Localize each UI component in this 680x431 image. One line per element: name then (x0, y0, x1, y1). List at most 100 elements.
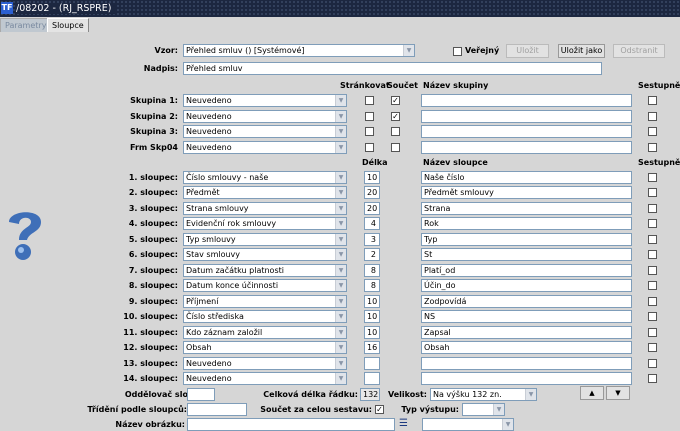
column-select[interactable]: Datum konce účinnosti ▼ (183, 279, 347, 292)
velikost-select[interactable]: Na výšku 132 zn. ▼ (430, 388, 537, 401)
delka-input[interactable]: 20 (364, 186, 380, 199)
group-select[interactable]: Neuvedeno ▼ (183, 141, 347, 154)
nadpis-input[interactable]: Přehled smluv (183, 62, 602, 75)
delka-input[interactable]: 4 (364, 217, 380, 230)
column-name-input[interactable]: Platí_od (421, 264, 632, 277)
strankovat-checkbox[interactable] (365, 127, 374, 136)
sestupne-checkbox[interactable] (648, 374, 657, 383)
sestupne-checkbox[interactable] (648, 143, 657, 152)
move-up-button[interactable]: ▲ (580, 386, 604, 400)
column-select[interactable]: Předmět ▼ (183, 186, 347, 199)
delka-input[interactable]: 8 (364, 279, 380, 292)
sestupne-checkbox[interactable] (648, 188, 657, 197)
group-name-input[interactable] (421, 141, 632, 154)
group-name-input[interactable] (421, 125, 632, 138)
column-select[interactable]: Příjmení ▼ (183, 295, 347, 308)
tab-parametry[interactable]: Parametry (0, 18, 52, 32)
chevron-down-icon[interactable]: ▼ (335, 203, 346, 214)
move-down-button[interactable]: ▼ (606, 386, 630, 400)
chevron-down-icon[interactable]: ▼ (335, 327, 346, 338)
trideni-input[interactable] (187, 403, 247, 416)
soucet-checkbox[interactable]: ✓ (391, 112, 400, 121)
column-select[interactable]: Číslo střediska ▼ (183, 310, 347, 323)
column-name-input[interactable]: Typ (421, 233, 632, 246)
chevron-down-icon[interactable]: ▼ (335, 280, 346, 291)
chevron-down-icon[interactable]: ▼ (335, 234, 346, 245)
sestupne-checkbox[interactable] (648, 266, 657, 275)
delka-input[interactable]: 2 (364, 248, 380, 261)
column-select[interactable]: Typ smlouvy ▼ (183, 233, 347, 246)
column-name-input[interactable]: Naše číslo (421, 171, 632, 184)
delka-input[interactable]: 8 (364, 264, 380, 277)
column-select[interactable]: Strana smlouvy ▼ (183, 202, 347, 215)
chevron-down-icon[interactable]: ▼ (335, 172, 346, 183)
ulozit-button[interactable]: Uložit (506, 44, 549, 58)
column-name-input[interactable]: Zodpovídá (421, 295, 632, 308)
column-name-input[interactable]: Účin_do (421, 279, 632, 292)
column-select[interactable]: Datum začátku platnosti ▼ (183, 264, 347, 277)
delka-input[interactable]: 16 (364, 341, 380, 354)
column-select[interactable]: Kdo záznam založil ▼ (183, 326, 347, 339)
sestupne-checkbox[interactable] (648, 96, 657, 105)
oddelovac-input[interactable] (187, 388, 215, 401)
delka-input[interactable]: 10 (364, 326, 380, 339)
soucet-checkbox[interactable] (391, 127, 400, 136)
verejny-checkbox[interactable] (453, 47, 462, 56)
group-select[interactable]: Neuvedeno ▼ (183, 125, 347, 138)
strankovat-checkbox[interactable] (365, 143, 374, 152)
column-name-input[interactable]: St (421, 248, 632, 261)
sestupne-checkbox[interactable] (648, 281, 657, 290)
sestupne-checkbox[interactable] (648, 112, 657, 121)
chevron-down-icon[interactable]: ▼ (335, 342, 346, 353)
delka-input[interactable]: 3 (364, 233, 380, 246)
column-name-input[interactable]: Rok (421, 217, 632, 230)
chevron-down-icon[interactable]: ▼ (335, 358, 346, 369)
sestupne-checkbox[interactable] (648, 343, 657, 352)
chevron-down-icon[interactable]: ▼ (525, 389, 536, 400)
sestupne-checkbox[interactable] (648, 250, 657, 259)
column-name-input[interactable] (421, 372, 632, 385)
sestupne-checkbox[interactable] (648, 328, 657, 337)
column-name-input[interactable]: Zapsal (421, 326, 632, 339)
sestupne-checkbox[interactable] (648, 312, 657, 321)
chevron-down-icon[interactable]: ▼ (335, 126, 346, 137)
column-select[interactable]: Číslo smlouvy - naše ▼ (183, 171, 347, 184)
group-select[interactable]: Neuvedeno ▼ (183, 110, 347, 123)
sestupne-checkbox[interactable] (648, 204, 657, 213)
chevron-down-icon[interactable]: ▼ (335, 142, 346, 153)
sestupne-checkbox[interactable] (648, 127, 657, 136)
obrazek-select[interactable]: ▼ (422, 418, 514, 431)
soucet-checkbox[interactable]: ✓ (391, 96, 400, 105)
sestupne-checkbox[interactable] (648, 297, 657, 306)
sestupne-checkbox[interactable] (648, 219, 657, 228)
chevron-down-icon[interactable]: ▼ (493, 404, 504, 415)
delka-input[interactable]: 10 (364, 171, 380, 184)
chevron-down-icon[interactable]: ▼ (335, 111, 346, 122)
typ-vystupu-select[interactable]: ▼ (462, 403, 505, 416)
group-name-input[interactable] (421, 110, 632, 123)
chevron-down-icon[interactable]: ▼ (335, 218, 346, 229)
ulozit-jako-button[interactable]: Uložit jako (558, 44, 605, 58)
soucet-checkbox[interactable] (391, 143, 400, 152)
sestupne-checkbox[interactable] (648, 173, 657, 182)
list-icon[interactable]: ☰ (399, 418, 408, 431)
column-select[interactable]: Evidenční rok smlouvy ▼ (183, 217, 347, 230)
chevron-down-icon[interactable]: ▼ (335, 265, 346, 276)
delka-input[interactable]: 10 (364, 295, 380, 308)
column-select[interactable]: Neuvedeno ▼ (183, 357, 347, 370)
column-name-input[interactable]: Strana (421, 202, 632, 215)
group-select[interactable]: Neuvedeno ▼ (183, 94, 347, 107)
nazev-obrazku-input[interactable] (187, 418, 395, 431)
delka-input[interactable]: 10 (364, 310, 380, 323)
chevron-down-icon[interactable]: ▼ (335, 95, 346, 106)
soucet-celkem-checkbox[interactable]: ✓ (375, 405, 384, 414)
column-select[interactable]: Obsah ▼ (183, 341, 347, 354)
strankovat-checkbox[interactable] (365, 96, 374, 105)
column-select[interactable]: Neuvedeno ▼ (183, 372, 347, 385)
chevron-down-icon[interactable]: ▼ (335, 187, 346, 198)
column-name-input[interactable]: Předmět smlouvy (421, 186, 632, 199)
delka-input[interactable] (364, 357, 380, 370)
column-name-input[interactable]: NS (421, 310, 632, 323)
chevron-down-icon[interactable]: ▼ (403, 45, 414, 56)
chevron-down-icon[interactable]: ▼ (335, 373, 346, 384)
